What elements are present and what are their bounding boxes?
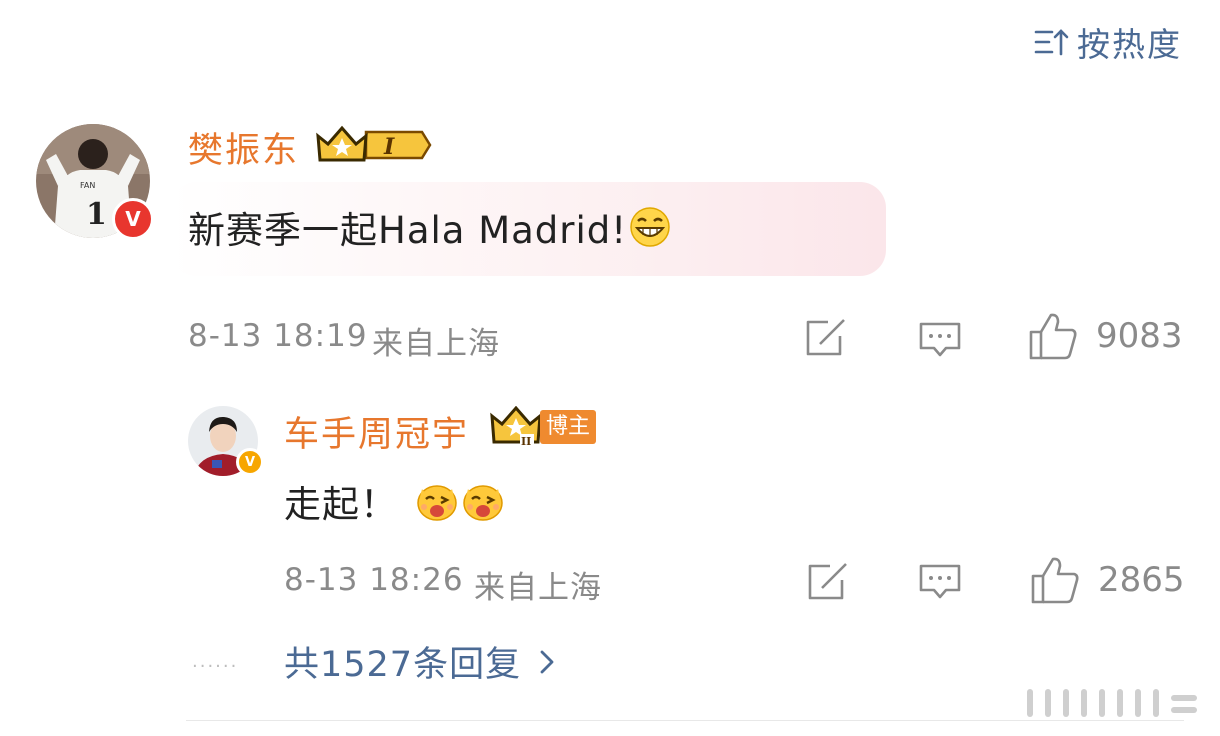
doge-emoji-icon bbox=[417, 485, 457, 521]
reply-like-icon[interactable] bbox=[1030, 556, 1080, 604]
view-all-replies-link[interactable]: 共1527条回复 bbox=[284, 636, 555, 687]
jersey-name: FAN bbox=[80, 181, 95, 190]
thread-divider bbox=[186, 720, 1184, 721]
jersey-number: 1 bbox=[86, 197, 107, 232]
comment-repost-icon[interactable] bbox=[804, 318, 848, 358]
reply-author-name[interactable]: 车手周冠宇 bbox=[284, 406, 469, 457]
reply-like-count: 2865 bbox=[1098, 560, 1185, 600]
sort-label: 按热度 bbox=[1077, 25, 1182, 64]
comment-like-count: 9083 bbox=[1096, 316, 1183, 356]
verified-badge: V bbox=[112, 198, 154, 240]
watermark-logo bbox=[1027, 689, 1197, 717]
comment-author-name[interactable]: 樊振东 bbox=[188, 122, 299, 173]
crown-level-icon: II bbox=[490, 406, 542, 448]
comment-like-icon[interactable] bbox=[1028, 312, 1078, 360]
comment-location: 来自上海 bbox=[372, 326, 500, 362]
chevron-right-icon bbox=[540, 650, 554, 673]
crown-level-text: I bbox=[383, 134, 395, 160]
reply-location: 来自上海 bbox=[474, 570, 602, 606]
reply-repost-icon[interactable] bbox=[806, 562, 850, 602]
sort-icon bbox=[1034, 29, 1069, 56]
reply-text: 走起！ bbox=[284, 474, 506, 528]
blogger-tag: 博主 bbox=[540, 410, 597, 444]
comment-reply-icon[interactable] bbox=[918, 320, 962, 360]
avatar-fan-zhendong[interactable]: FAN 1 V bbox=[36, 124, 154, 240]
doge-emoji-icon bbox=[463, 485, 503, 521]
comment-text: 新赛季一起Hala Madrid! bbox=[188, 200, 671, 254]
replies-count-label: 共1527条回复 bbox=[284, 645, 522, 685]
comment-thread: 按热度 FAN 1 V 樊振东 I 新赛季一起Hala Madrid! 8-13… bbox=[0, 0, 1220, 736]
crown-level-icon: I bbox=[316, 125, 432, 162]
replies-dots: ······ bbox=[192, 656, 239, 677]
comment-text-content: 新赛季一起Hala Madrid! bbox=[188, 209, 628, 252]
reply-text-content: 走起！ bbox=[284, 483, 398, 526]
reply-reply-icon[interactable] bbox=[918, 562, 962, 602]
crown-level-text: II bbox=[521, 435, 531, 448]
sort-by-heat-button[interactable]: 按热度 bbox=[1033, 18, 1182, 66]
verified-badge: V bbox=[236, 448, 264, 476]
grin-emoji-icon bbox=[630, 207, 670, 247]
avatar-zhou-guanyu[interactable]: V bbox=[188, 406, 264, 476]
comment-timestamp: 8-13 18:19 bbox=[188, 318, 368, 354]
reply-timestamp: 8-13 18:26 bbox=[284, 562, 464, 598]
